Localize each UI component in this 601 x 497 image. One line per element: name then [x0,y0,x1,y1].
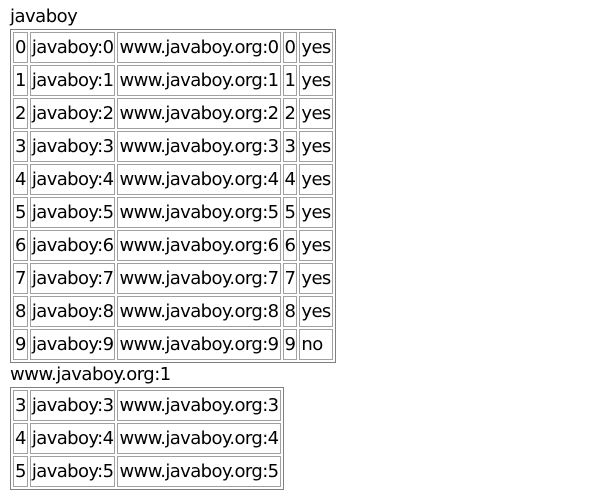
url-cell: www.javaboy.org:3 [117,131,281,162]
users-table: 0 javaboy:0 www.javaboy.org:0 0 yes 1 javaboy:… [10,29,336,363]
count-cell: 8 [282,296,298,327]
count-cell: 3 [282,131,298,162]
status-cell: yes [299,263,333,294]
index-cell: 5 [13,197,28,228]
name-cell: javaboy:5 [29,456,116,487]
name-cell: javaboy:7 [29,263,116,294]
name-cell: javaboy:0 [29,32,116,63]
table-row: 1 javaboy:1 www.javaboy.org:1 1 yes [13,65,333,96]
url-cell: www.javaboy.org:4 [117,164,281,195]
table-row: 7 javaboy:7 www.javaboy.org:7 7 yes [13,263,333,294]
name-cell: javaboy:6 [29,230,116,261]
status-cell: yes [299,32,333,63]
table-row: 4 javaboy:4 www.javaboy.org:4 [13,423,281,454]
table-row: 5 javaboy:5 www.javaboy.org:5 5 yes [13,197,333,228]
table-row: 5 javaboy:5 www.javaboy.org:5 [13,456,281,487]
table-row: 0 javaboy:0 www.javaboy.org:0 0 yes [13,32,333,63]
name-cell: javaboy:8 [29,296,116,327]
url-cell: www.javaboy.org:3 [117,390,281,421]
table-row: 8 javaboy:8 www.javaboy.org:8 8 yes [13,296,333,327]
url-cell: www.javaboy.org:5 [117,197,281,228]
count-cell: 5 [282,197,298,228]
index-cell: 0 [13,32,28,63]
url-cell: www.javaboy.org:9 [117,329,281,360]
table-row: 2 javaboy:2 www.javaboy.org:2 2 yes [13,98,333,129]
name-cell: javaboy:5 [29,197,116,228]
table-row: 3 javaboy:3 www.javaboy.org:3 3 yes [13,131,333,162]
count-cell: 1 [282,65,298,96]
table-row: 6 javaboy:6 www.javaboy.org:6 6 yes [13,230,333,261]
section-heading: www.javaboy.org:1 [10,364,171,385]
url-cell: www.javaboy.org:1 [117,65,281,96]
count-cell: 6 [282,230,298,261]
page-heading: javaboy [10,6,78,27]
url-cell: www.javaboy.org:5 [117,456,281,487]
filtered-users-table: 3 javaboy:3 www.javaboy.org:3 4 javaboy:4 www… [10,387,284,490]
url-cell: www.javaboy.org:6 [117,230,281,261]
status-cell: no [299,329,333,360]
count-cell: 2 [282,98,298,129]
count-cell: 0 [282,32,298,63]
status-cell: yes [299,230,333,261]
url-cell: www.javaboy.org:8 [117,296,281,327]
index-cell: 9 [13,329,28,360]
url-cell: www.javaboy.org:2 [117,98,281,129]
url-cell: www.javaboy.org:0 [117,32,281,63]
name-cell: javaboy:9 [29,329,116,360]
name-cell: javaboy:1 [29,65,116,96]
index-cell: 1 [13,65,28,96]
index-cell: 4 [13,164,28,195]
status-cell: yes [299,296,333,327]
index-cell: 7 [13,263,28,294]
page-content: javaboy 0 javaboy:0 www.javaboy.org:0 0 yes 1… [10,5,336,490]
status-cell: yes [299,131,333,162]
index-cell: 4 [13,423,28,454]
count-cell: 4 [282,164,298,195]
index-cell: 5 [13,456,28,487]
name-cell: javaboy:3 [29,390,116,421]
name-cell: javaboy:4 [29,423,116,454]
index-cell: 2 [13,98,28,129]
count-cell: 7 [282,263,298,294]
name-cell: javaboy:4 [29,164,116,195]
status-cell: yes [299,197,333,228]
count-cell: 9 [282,329,298,360]
name-cell: javaboy:2 [29,98,116,129]
index-cell: 6 [13,230,28,261]
url-cell: www.javaboy.org:7 [117,263,281,294]
table-row: 3 javaboy:3 www.javaboy.org:3 [13,390,281,421]
table-row: 4 javaboy:4 www.javaboy.org:4 4 yes [13,164,333,195]
index-cell: 3 [13,390,28,421]
name-cell: javaboy:3 [29,131,116,162]
url-cell: www.javaboy.org:4 [117,423,281,454]
status-cell: yes [299,164,333,195]
index-cell: 8 [13,296,28,327]
index-cell: 3 [13,131,28,162]
table-row: 9 javaboy:9 www.javaboy.org:9 9 no [13,329,333,360]
status-cell: yes [299,65,333,96]
status-cell: yes [299,98,333,129]
